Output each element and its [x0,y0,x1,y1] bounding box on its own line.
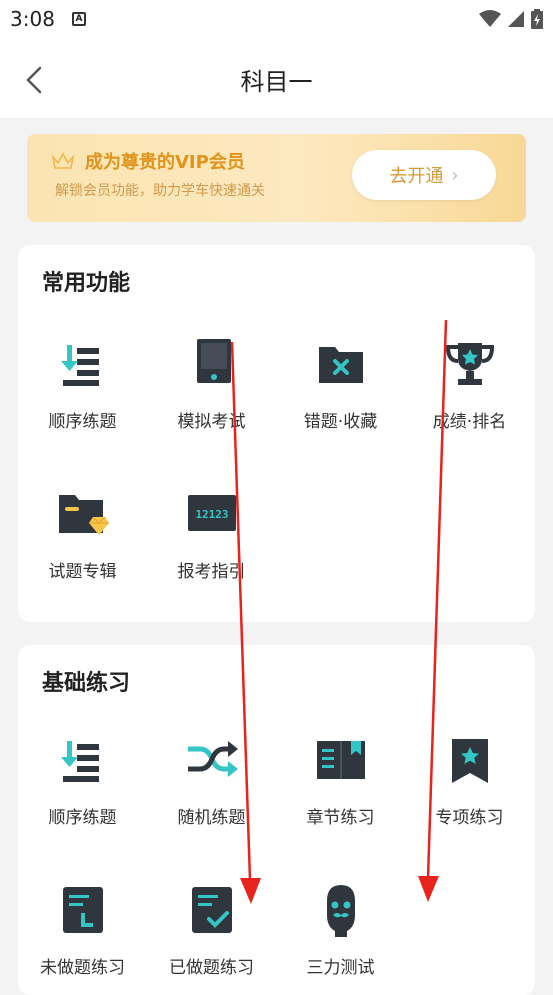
common-label: 顺序练题 [48,412,117,432]
common-functions-title: 常用功能 [42,271,131,296]
basic-label: 三力测试 [306,958,375,978]
vip-title: 成为尊贵的VIP会员 [85,152,245,173]
common-functions-card: 常用功能 顺序练题 模拟考试 错题·收藏 成绩·排名 试题专辑 12123 报考… [18,245,535,622]
common-item-question-album[interactable]: 试题专辑 [18,485,147,595]
question-album-icon [58,495,109,535]
basic-item-special[interactable]: 专项练习 [405,731,534,841]
common-label: 试题专辑 [48,562,117,582]
common-label: 报考指引 [177,562,246,582]
basic-item-sequential[interactable]: 顺序练题 [18,731,147,841]
trophy-icon [445,343,494,385]
vip-open-label: 去开通 [389,166,444,187]
common-label: 错题·收藏 [303,412,378,432]
basic-label: 章节练习 [306,808,375,828]
common-item-sequential[interactable]: 顺序练题 [18,335,147,445]
common-item-scores-ranking[interactable]: 成绩·排名 [405,335,534,445]
common-item-mock-exam[interactable]: 模拟考试 [147,335,276,445]
special-bookmark-icon [451,739,488,783]
header: 科目一 [0,40,553,119]
shuffle-icon [187,741,238,777]
chevron-right-icon: › [451,164,459,186]
basic-label: 顺序练题 [48,808,117,828]
common-item-wrong-favorites[interactable]: 错题·收藏 [276,335,405,445]
basic-item-random[interactable]: 随机练题 [147,731,276,841]
vip-subtitle: 解锁会员功能，助力学车快速通关 [55,183,265,199]
basic-practice-title: 基础练习 [42,671,131,696]
12123-icon: 12123 [187,495,236,531]
done-questions-icon [191,887,232,933]
undone-questions-icon [62,887,103,933]
status-bar: 3:08 A [0,0,553,40]
common-label: 模拟考试 [177,412,246,432]
basic-item-undone[interactable]: 未做题练习 [18,881,147,991]
basic-label: 随机练题 [177,808,246,828]
sequential-practice-icon [60,345,99,386]
basic-label: 未做题练习 [40,958,125,978]
common-item-registration-guide[interactable]: 12123 报考指引 [147,485,276,595]
vip-banner[interactable]: 成为尊贵的VIP会员 解锁会员功能，助力学车快速通关 去开通 › [27,134,526,222]
three-ability-test-icon [326,885,355,937]
crown-icon [51,152,75,169]
status-time: 3:08 [10,7,55,31]
wrong-questions-folder-icon [318,347,363,383]
common-label: 成绩·排名 [432,412,507,432]
vip-open-button[interactable]: 去开通 › [352,150,496,200]
page-title: 科目一 [240,68,313,96]
sequential-practice-icon [60,741,99,782]
basic-label: 已做题练习 [169,958,254,978]
basic-label: 专项练习 [435,808,504,828]
basic-practice-card: 基础练习 顺序练题 随机练题 章节练习 专项练习 未做题练习 已做题练习 三力测… [18,645,535,995]
mock-exam-icon [196,339,231,383]
basic-item-three-ability[interactable]: 三力测试 [276,881,405,991]
basic-item-done[interactable]: 已做题练习 [147,881,276,991]
signal-icon [508,11,524,27]
wifi-icon [479,10,501,27]
basic-item-chapter[interactable]: 章节练习 [276,731,405,841]
app-notification-icon: A [72,12,86,26]
12123-icon-text: 12123 [195,508,228,521]
battery-icon [531,9,543,29]
status-indicators [479,8,543,30]
chapter-book-icon [316,741,365,779]
